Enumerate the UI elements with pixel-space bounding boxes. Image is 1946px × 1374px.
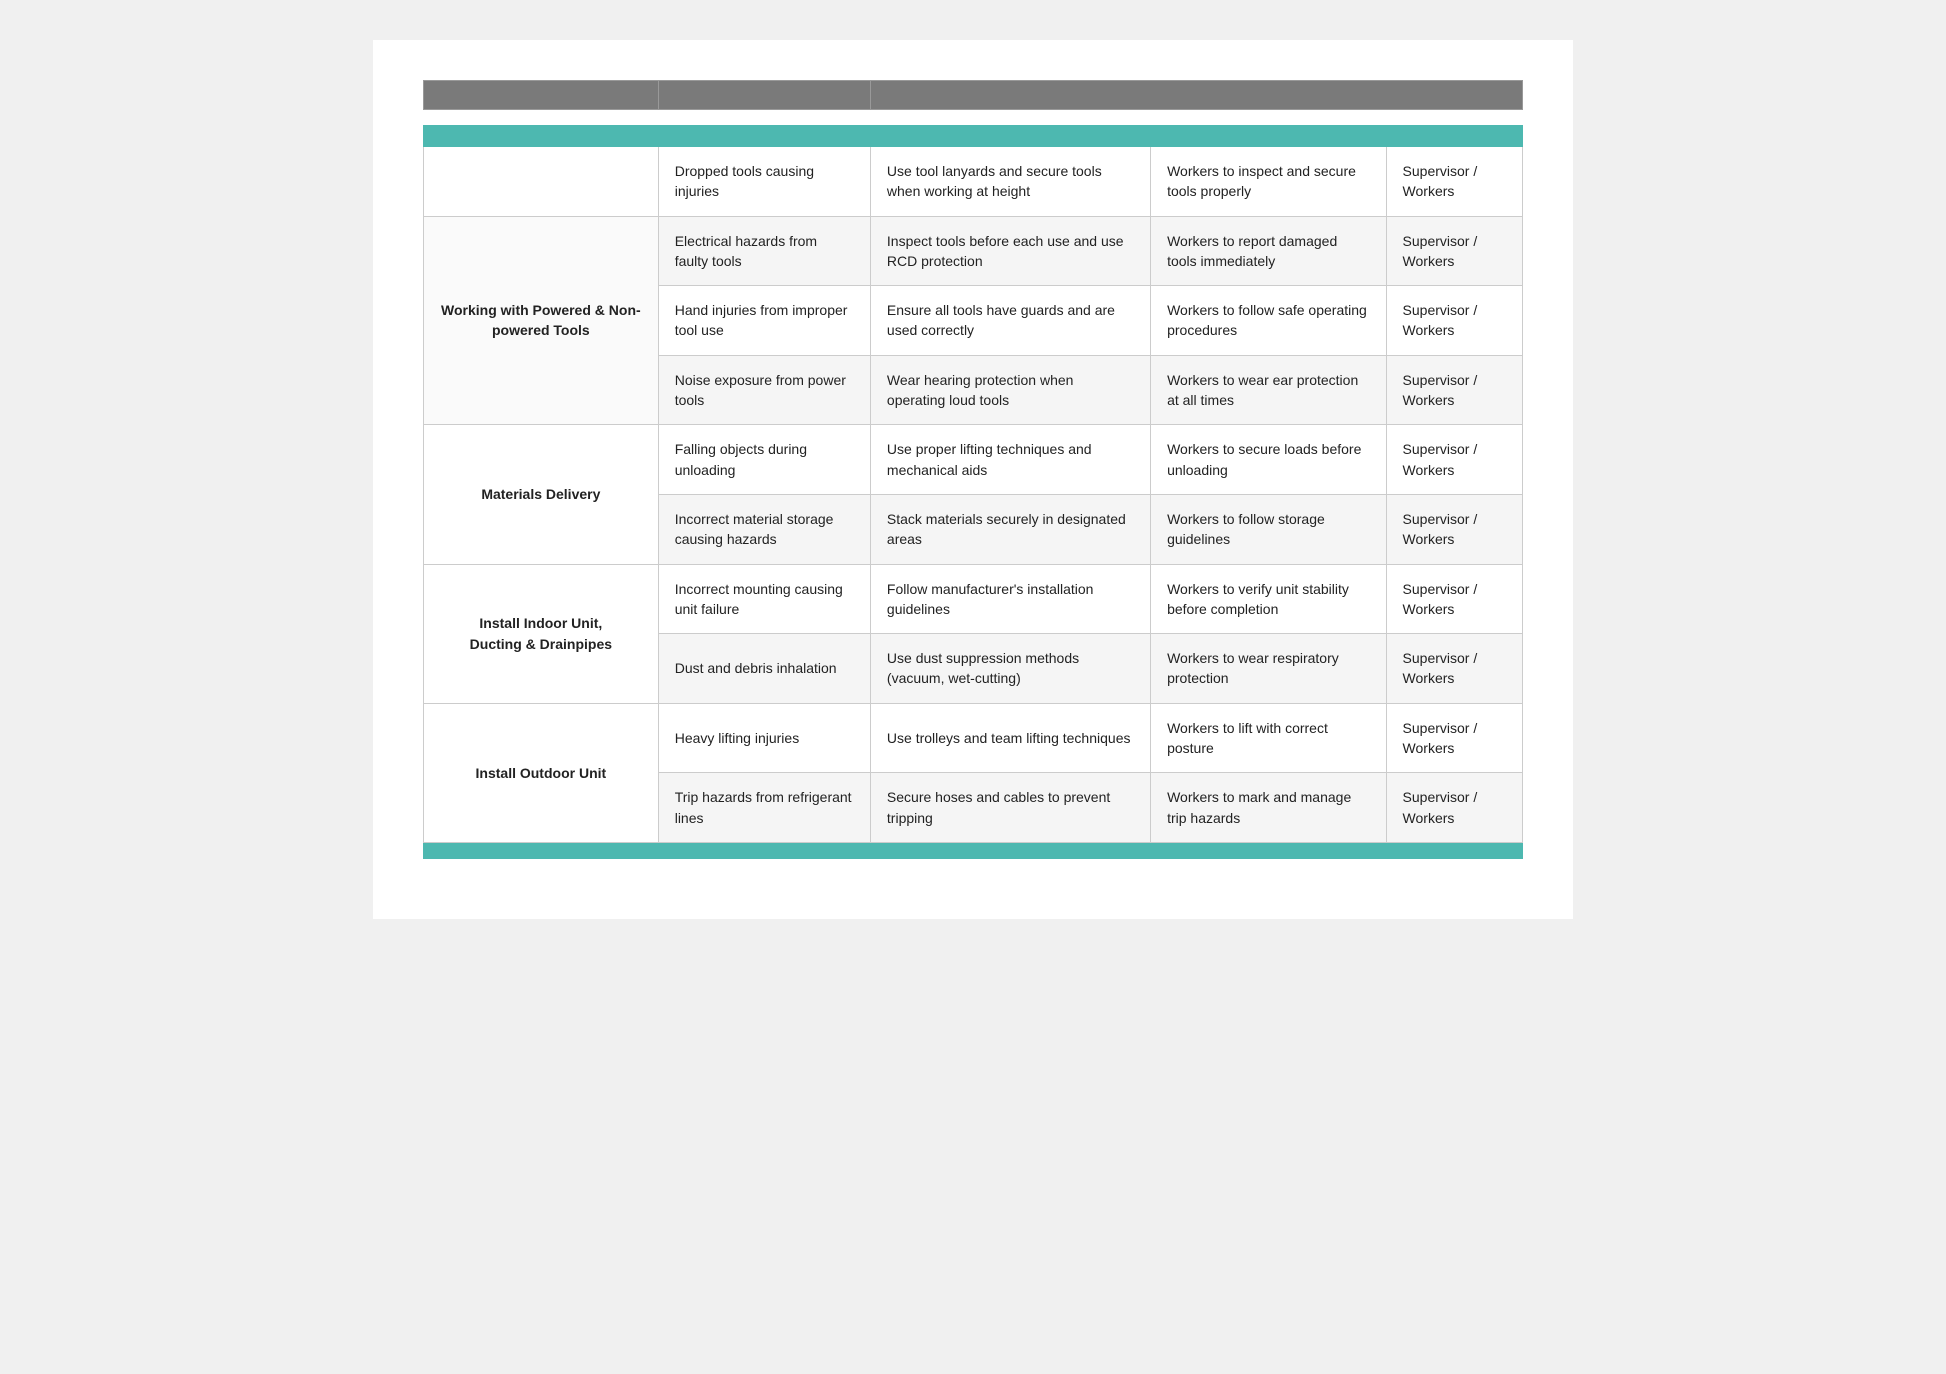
implementation-cell: Workers to verify unit stability before … bbox=[1151, 564, 1386, 634]
header-hazards bbox=[658, 81, 870, 110]
control-cell: Use tool lanyards and secure tools when … bbox=[870, 147, 1150, 217]
sub-header-row bbox=[424, 126, 1523, 147]
control-cell: Inspect tools before each use and use RC… bbox=[870, 216, 1150, 286]
hazard-cell: Falling objects during unloading bbox=[658, 425, 870, 495]
top-header-row bbox=[424, 81, 1523, 110]
hazard-cell: Noise exposure from power tools bbox=[658, 355, 870, 425]
implementation-cell: Workers to follow safe operating procedu… bbox=[1151, 286, 1386, 356]
implementation-cell: Workers to wear ear protection at all ti… bbox=[1151, 355, 1386, 425]
header-controls bbox=[870, 81, 1522, 110]
responsible-cell: Supervisor / Workers bbox=[1386, 564, 1522, 634]
subheader-hazard-list bbox=[658, 126, 870, 147]
task-cell: Working with Powered & Non-powered Tools bbox=[424, 216, 659, 425]
responsible-cell: Supervisor / Workers bbox=[1386, 494, 1522, 564]
control-cell: Follow manufacturer's installation guide… bbox=[870, 564, 1150, 634]
responsible-cell: Supervisor / Workers bbox=[1386, 773, 1522, 843]
header-tasks bbox=[424, 81, 659, 110]
table-row: Install Indoor Unit,Ducting & Drainpipes… bbox=[424, 564, 1523, 634]
task-cell: Install Indoor Unit,Ducting & Drainpipes bbox=[424, 564, 659, 703]
control-cell: Stack materials securely in designated a… bbox=[870, 494, 1150, 564]
implementation-cell: Workers to wear respiratory protection bbox=[1151, 634, 1386, 704]
hazard-cell: Incorrect material storage causing hazar… bbox=[658, 494, 870, 564]
control-cell: Secure hoses and cables to prevent tripp… bbox=[870, 773, 1150, 843]
control-cell: Use trolleys and team lifting techniques bbox=[870, 703, 1150, 773]
control-cell: Ensure all tools have guards and are use… bbox=[870, 286, 1150, 356]
task-cell: Materials Delivery bbox=[424, 425, 659, 564]
hazard-cell: Trip hazards from refrigerant lines bbox=[658, 773, 870, 843]
control-cell: Use proper lifting techniques and mechan… bbox=[870, 425, 1150, 495]
task-cell: Install Outdoor Unit bbox=[424, 703, 659, 842]
table-row: Working with Powered & Non-powered Tools… bbox=[424, 216, 1523, 286]
table-row: Dropped tools causing injuriesUse tool l… bbox=[424, 147, 1523, 217]
responsible-cell: Supervisor / Workers bbox=[1386, 703, 1522, 773]
page-container: Dropped tools causing injuriesUse tool l… bbox=[373, 40, 1573, 919]
task-cell bbox=[424, 147, 659, 217]
hazard-cell: Electrical hazards from faulty tools bbox=[658, 216, 870, 286]
bottom-bar bbox=[423, 843, 1523, 859]
header-spacer bbox=[424, 110, 1523, 126]
implementation-cell: Workers to mark and manage trip hazards bbox=[1151, 773, 1386, 843]
subheader-control-list bbox=[870, 126, 1150, 147]
subheader-hrcw bbox=[424, 126, 659, 147]
responsible-cell: Supervisor / Workers bbox=[1386, 355, 1522, 425]
hazard-cell: Heavy lifting injuries bbox=[658, 703, 870, 773]
responsible-cell: Supervisor / Workers bbox=[1386, 216, 1522, 286]
control-cell: Use dust suppression methods (vacuum, we… bbox=[870, 634, 1150, 704]
implementation-cell: Workers to follow storage guidelines bbox=[1151, 494, 1386, 564]
implementation-cell: Workers to lift with correct posture bbox=[1151, 703, 1386, 773]
responsible-cell: Supervisor / Workers bbox=[1386, 286, 1522, 356]
table-row: Install Outdoor UnitHeavy lifting injuri… bbox=[424, 703, 1523, 773]
control-cell: Wear hearing protection when operating l… bbox=[870, 355, 1150, 425]
risk-table: Dropped tools causing injuriesUse tool l… bbox=[423, 80, 1523, 843]
table-body: Dropped tools causing injuriesUse tool l… bbox=[424, 147, 1523, 843]
subheader-implementation bbox=[1151, 126, 1386, 147]
table-row: Materials DeliveryFalling objects during… bbox=[424, 425, 1523, 495]
responsible-cell: Supervisor / Workers bbox=[1386, 425, 1522, 495]
hazard-cell: Incorrect mounting causing unit failure bbox=[658, 564, 870, 634]
implementation-cell: Workers to report damaged tools immediat… bbox=[1151, 216, 1386, 286]
implementation-cell: Workers to secure loads before unloading bbox=[1151, 425, 1386, 495]
implementation-cell: Workers to inspect and secure tools prop… bbox=[1151, 147, 1386, 217]
responsible-cell: Supervisor / Workers bbox=[1386, 634, 1522, 704]
hazard-cell: Hand injuries from improper tool use bbox=[658, 286, 870, 356]
subheader-responsible bbox=[1386, 126, 1522, 147]
hazard-cell: Dropped tools causing injuries bbox=[658, 147, 870, 217]
hazard-cell: Dust and debris inhalation bbox=[658, 634, 870, 704]
responsible-cell: Supervisor / Workers bbox=[1386, 147, 1522, 217]
